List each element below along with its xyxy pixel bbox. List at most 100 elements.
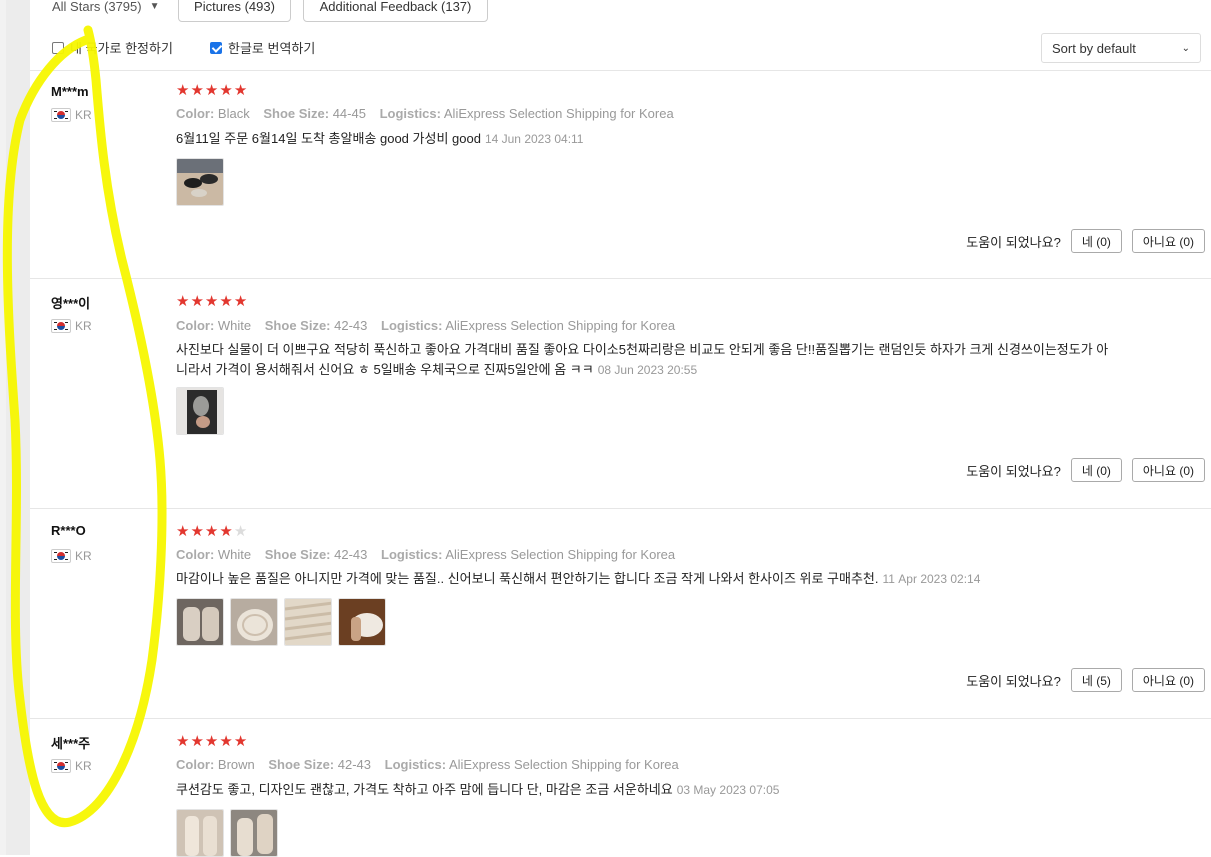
star-icon: ★ bbox=[190, 733, 205, 750]
color-value: Black bbox=[217, 106, 250, 121]
review-photo-thumbnail[interactable] bbox=[230, 598, 278, 646]
review-photos bbox=[176, 809, 278, 857]
helpful-vote: 도움이 되었나요? 네 (5) 아니요 (0) bbox=[966, 668, 1205, 692]
reviewer-name: R***O bbox=[51, 523, 86, 538]
reviewer-country: KR bbox=[51, 549, 92, 563]
review-date: 03 May 2023 07:05 bbox=[676, 783, 780, 797]
star-icon: ★ bbox=[204, 523, 220, 540]
helpful-no-button[interactable]: 아니요 (0) bbox=[1131, 668, 1205, 692]
review-body: 쿠션감도 좋고, 디자인도 괜찮고, 가격도 착하고 아주 맘에 듭니다 단, … bbox=[176, 782, 673, 797]
chevron-down-icon: ⌄ bbox=[1181, 42, 1190, 54]
korea-flag-icon bbox=[51, 759, 71, 773]
review-photo-thumbnail[interactable] bbox=[176, 387, 224, 435]
review-photo-thumbnail[interactable] bbox=[338, 598, 386, 646]
country-only-checkbox-row[interactable]: 내 국가로 한정하기 bbox=[52, 38, 173, 57]
reviewer-name: 영***이 bbox=[51, 296, 91, 311]
left-rail bbox=[0, 0, 30, 855]
reviewer-country: KR bbox=[51, 319, 92, 333]
product-attributes: Color: Black Shoe Size: 44-45 Logistics:… bbox=[176, 106, 674, 121]
helpful-no-button[interactable]: 아니요 (0) bbox=[1131, 229, 1205, 253]
review-item: R***O KR ★★★★★ Color: White Shoe Size: 4… bbox=[30, 509, 1211, 719]
review-item: 영***이 KR ★★★★★ Color: White Shoe Size: 4… bbox=[30, 279, 1211, 509]
additional-feedback-filter-button[interactable]: Additional Feedback (137) bbox=[303, 0, 488, 22]
country-code: KR bbox=[75, 319, 92, 333]
star-icon: ★ bbox=[204, 733, 220, 750]
sort-label: Sort by default bbox=[1052, 40, 1136, 56]
star-rating: ★★★★★ bbox=[176, 83, 248, 98]
review-text: 6월11일 주문 6월14일 도착 총알배송 good 가성비 good 14 J… bbox=[176, 129, 1136, 149]
helpful-vote: 도움이 되었나요? 네 (0) 아니요 (0) bbox=[966, 229, 1205, 253]
chevron-down-icon: ▼ bbox=[149, 0, 160, 12]
review-photos bbox=[176, 158, 224, 206]
shoe-size-value: 44-45 bbox=[332, 106, 366, 121]
helpful-question: 도움이 되었나요? bbox=[966, 463, 1061, 479]
review-body: 6월11일 주문 6월14일 도착 총알배송 good 가성비 good bbox=[176, 131, 481, 146]
sort-dropdown[interactable]: Sort by default ⌄ bbox=[1041, 33, 1201, 63]
color-label: Color: bbox=[176, 757, 215, 772]
shoe-size-label: Shoe Size: bbox=[263, 106, 330, 121]
review-photo-thumbnail[interactable] bbox=[176, 809, 224, 857]
color-label: Color: bbox=[176, 547, 215, 562]
review-date: 14 Jun 2023 04:11 bbox=[484, 132, 584, 146]
star-rating: ★★★★★ bbox=[176, 524, 248, 539]
shoe-size-label: Shoe Size: bbox=[268, 757, 335, 772]
product-attributes: Color: Brown Shoe Size: 42-43 Logistics:… bbox=[176, 757, 679, 772]
helpful-yes-button[interactable]: 네 (0) bbox=[1070, 458, 1122, 482]
review-text: 마감이나 높은 품질은 아니지만 가격에 맞는 품질.. 신어보니 푹신해서 편… bbox=[176, 569, 1136, 589]
left-rail-edge bbox=[6, 0, 30, 855]
helpful-yes-button[interactable]: 네 (0) bbox=[1070, 229, 1122, 253]
star-icon: ★ bbox=[190, 293, 205, 310]
shoe-size-label: Shoe Size: bbox=[264, 318, 331, 333]
color-value: White bbox=[217, 547, 252, 562]
logistics-value: AliExpress Selection Shipping for Korea bbox=[448, 757, 679, 772]
review-photo-thumbnail[interactable] bbox=[176, 598, 224, 646]
shoe-size-value: 42-43 bbox=[337, 757, 372, 772]
star-icon: ★ bbox=[219, 82, 234, 99]
review-photo-thumbnail[interactable] bbox=[176, 158, 224, 206]
review-photos bbox=[176, 387, 224, 435]
helpful-yes-button[interactable]: 네 (5) bbox=[1070, 668, 1122, 692]
review-date: 08 Jun 2023 20:55 bbox=[597, 363, 698, 377]
star-icon: ★ bbox=[219, 293, 234, 310]
review-photo-thumbnail[interactable] bbox=[230, 809, 278, 857]
translate-checkbox-row[interactable]: 한글로 번역하기 bbox=[210, 38, 315, 57]
star-icon: ★ bbox=[204, 82, 220, 99]
country-only-label: 내 국가로 한정하기 bbox=[70, 41, 173, 56]
korea-flag-icon bbox=[51, 319, 71, 333]
review-photos bbox=[176, 598, 386, 646]
country-only-checkbox[interactable] bbox=[52, 41, 64, 54]
star-icon: ★ bbox=[176, 523, 191, 540]
country-code: KR bbox=[75, 108, 92, 122]
star-filter-label: All Stars (3795) bbox=[52, 0, 142, 14]
review-text: 사진보다 실물이 더 이쁘구요 적당히 푹신하고 좋아요 가격대비 품질 좋아요… bbox=[176, 340, 1111, 380]
korea-flag-icon bbox=[51, 549, 71, 563]
product-attributes: Color: White Shoe Size: 42-43 Logistics:… bbox=[176, 318, 675, 333]
country-code: KR bbox=[75, 759, 92, 773]
logistics-label: Logistics: bbox=[381, 547, 443, 562]
review-photo-thumbnail[interactable] bbox=[284, 598, 332, 646]
star-icon: ★ bbox=[233, 733, 249, 750]
color-value: White bbox=[217, 318, 252, 333]
logistics-label: Logistics: bbox=[379, 106, 441, 121]
shoe-size-value: 42-43 bbox=[334, 547, 368, 562]
helpful-no-button[interactable]: 아니요 (0) bbox=[1131, 458, 1205, 482]
translate-checkbox[interactable] bbox=[210, 41, 222, 54]
star-rating: ★★★★★ bbox=[176, 294, 248, 309]
logistics-label: Logistics: bbox=[384, 757, 447, 772]
helpful-question: 도움이 되었나요? bbox=[966, 234, 1061, 250]
star-filter-dropdown[interactable]: All Stars (3795) ▼ bbox=[42, 0, 170, 22]
pictures-filter-button[interactable]: Pictures (493) bbox=[178, 0, 291, 22]
color-label: Color: bbox=[176, 318, 215, 333]
helpful-vote: 도움이 되었나요? 네 (0) 아니요 (0) bbox=[966, 458, 1205, 482]
logistics-value: AliExpress Selection Shipping for Korea bbox=[445, 547, 676, 562]
helpful-question: 도움이 되었나요? bbox=[966, 673, 1061, 689]
star-icon: ★ bbox=[176, 293, 191, 310]
country-code: KR bbox=[75, 549, 92, 563]
logistics-value: AliExpress Selection Shipping for Korea bbox=[443, 106, 674, 121]
star-rating: ★★★★★ bbox=[176, 734, 248, 749]
review-item: 세***주 KR ★★★★★ Color: Brown Shoe Size: 4… bbox=[30, 719, 1211, 857]
review-text: 쿠션감도 좋고, 디자인도 괜찮고, 가격도 착하고 아주 맘에 듭니다 단, … bbox=[176, 780, 1136, 800]
star-icon: ★ bbox=[219, 523, 234, 540]
star-icon: ★ bbox=[233, 293, 249, 310]
star-icon: ★ bbox=[190, 523, 205, 540]
